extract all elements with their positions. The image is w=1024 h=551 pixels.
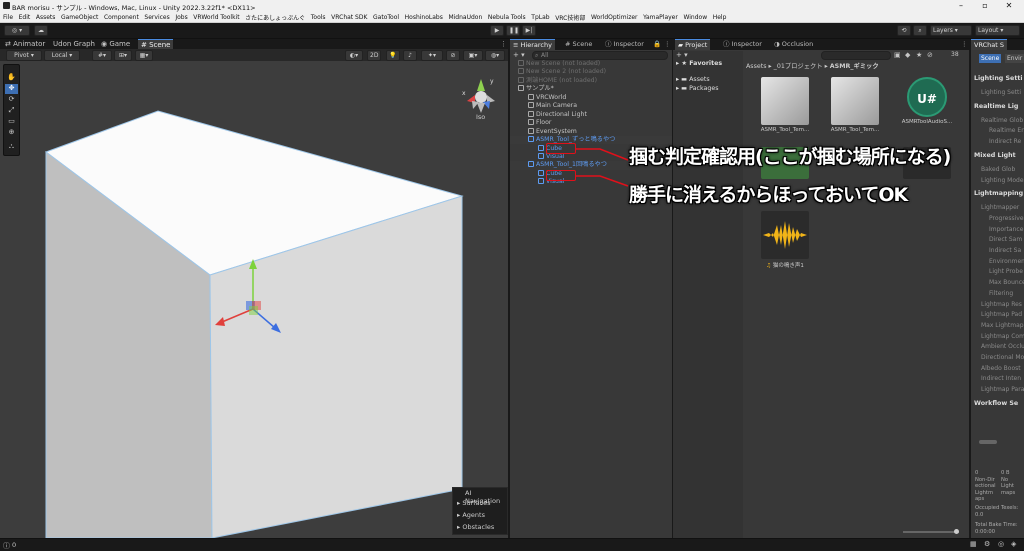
settings-row[interactable]: Max Lightmap [981, 322, 1024, 329]
settings-row[interactable]: Realtime En [989, 127, 1024, 134]
settings-row[interactable]: Progressive [989, 215, 1024, 222]
settings-section[interactable]: Mixed Light [974, 152, 1016, 159]
tab-vrchat-sdk[interactable]: VRChat S [971, 39, 1008, 50]
console-icon[interactable]: ▦ [970, 540, 977, 548]
settings-row[interactable]: Max Bounce [989, 279, 1024, 286]
auto-generate-icon[interactable]: ⚙ [984, 540, 990, 548]
occupied-texels: Occupied Texels: 0.0 [975, 505, 1019, 518]
progress-icon[interactable]: ◎ [998, 540, 1004, 548]
settings-row[interactable]: Lighting Mode [981, 177, 1024, 184]
annotation-arrows [576, 148, 629, 187]
settings-row[interactable]: Baked Glob [981, 166, 1015, 173]
total-bake-time: Total Bake Time: 0:00:00 [975, 522, 1018, 535]
notification-icon[interactable]: ◈ [1011, 540, 1016, 548]
settings-row[interactable]: Lightmap Res [981, 301, 1022, 308]
settings-section[interactable]: Lightmapping [974, 190, 1023, 197]
settings-row[interactable]: Indirect Re [989, 138, 1021, 145]
lighting-tab-bar: VRChat S [971, 39, 1024, 50]
status-bar: ⓘ 0 ▦ ⚙ ◎ ◈ [0, 538, 1024, 550]
stats-col2: 0 B No Light maps [1001, 470, 1015, 496]
settings-row[interactable]: Direct Sam [989, 236, 1022, 243]
settings-row[interactable]: Lightmap Para [981, 386, 1024, 393]
settings-row[interactable]: Lightmapper [981, 204, 1019, 211]
settings-row[interactable]: Directional Mo [981, 354, 1024, 361]
settings-row[interactable]: Ambient Occlu [981, 343, 1024, 350]
settings-section[interactable]: Realtime Lig [974, 103, 1018, 110]
stat-text: aps [975, 496, 985, 502]
settings-row[interactable]: Lightmap Pad [981, 311, 1022, 318]
stats-col1: 0 Non-Dir ectional Lightm aps [975, 470, 996, 503]
settings-row[interactable]: Importance [989, 226, 1023, 233]
stat-text: Light [1001, 483, 1014, 489]
annotation-line1: 掴む判定確認用(ここが掴む場所になる) [629, 146, 951, 168]
horizontal-scrollbar[interactable] [979, 440, 997, 444]
subtab-environment[interactable]: Envir [1005, 54, 1024, 63]
settings-section[interactable]: Lighting Setti [974, 75, 1023, 82]
settings-row[interactable]: Albedo Boost [981, 365, 1021, 372]
stat-text: ectional [975, 483, 996, 489]
settings-row[interactable]: Indirect Inten [981, 375, 1021, 382]
stat-text: maps [1001, 489, 1016, 496]
settings-row[interactable]: Lightmap Com [981, 333, 1024, 340]
settings-row[interactable]: Environmen [989, 258, 1024, 265]
subtab-scene[interactable]: Scene [979, 54, 1002, 63]
settings-section[interactable]: Workflow Se [974, 400, 1018, 407]
settings-row[interactable]: Light Probe [989, 268, 1023, 275]
settings-row[interactable]: Lighting Setti [981, 89, 1021, 96]
lighting-panel: VRChat S Scene Envir Lighting Setti Light… [971, 39, 1024, 538]
status-count: 0 [12, 541, 17, 549]
settings-row[interactable]: Filtering [989, 290, 1013, 297]
annotation-line2: 勝手に消えるからほっておいてOK [629, 184, 908, 206]
settings-row[interactable]: Indirect Sa [989, 247, 1021, 254]
settings-row[interactable]: Realtime Glob [981, 117, 1023, 124]
